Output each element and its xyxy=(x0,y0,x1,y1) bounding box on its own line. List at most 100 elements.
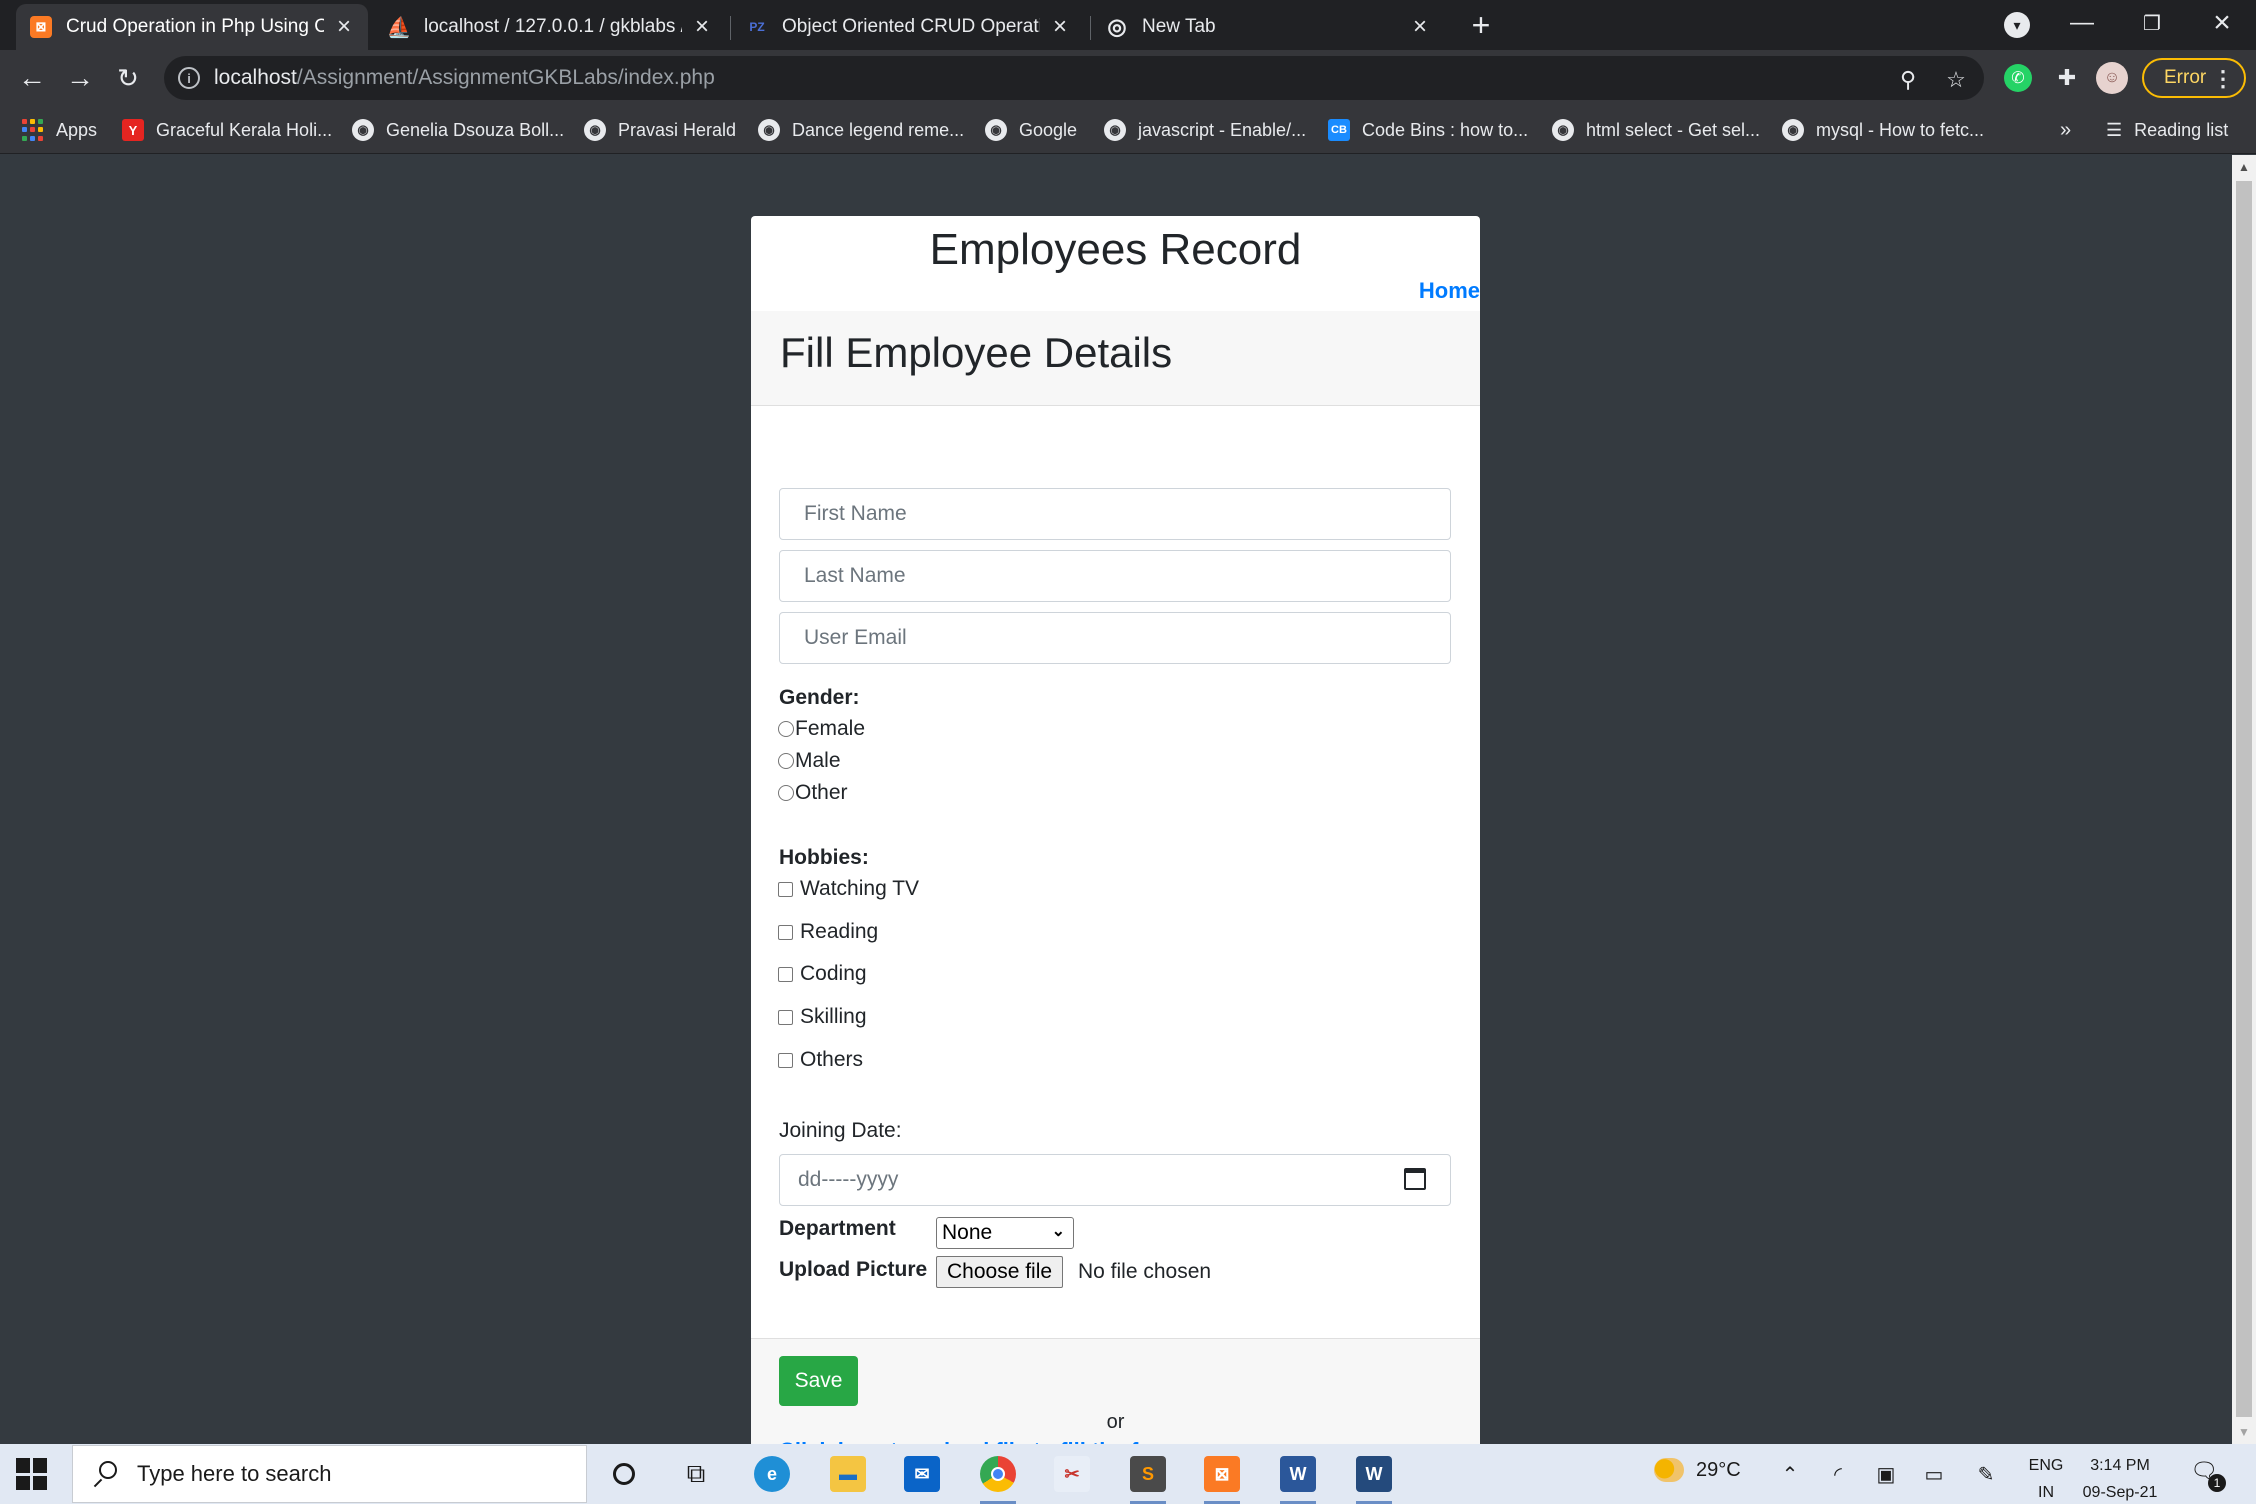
radio-button[interactable] xyxy=(778,785,794,801)
mail-icon[interactable]: ✉ xyxy=(898,1450,946,1498)
bookmark-graceful-kerala[interactable]: Y Graceful Kerala Holi... xyxy=(122,106,332,154)
hobby-reading[interactable]: Reading xyxy=(778,920,878,944)
department-select[interactable]: None ⌄ xyxy=(936,1217,1074,1249)
scroll-down-arrow-icon[interactable]: ▼ xyxy=(2232,1420,2256,1444)
extensions-puzzle-icon[interactable]: ✚ xyxy=(2050,61,2084,95)
forward-arrow-icon[interactable]: → xyxy=(62,60,98,96)
globe-icon: ◉ xyxy=(1552,119,1574,141)
bookmark-dance-legend[interactable]: ◉ Dance legend reme... xyxy=(758,106,964,154)
wampserver-icon[interactable]: W xyxy=(1350,1450,1398,1504)
close-icon[interactable]: × xyxy=(332,13,356,40)
checkbox[interactable] xyxy=(778,966,793,982)
taskbar-search-box[interactable]: Type here to search xyxy=(72,1445,587,1503)
hobby-coding[interactable]: Coding xyxy=(778,962,867,986)
profile-avatar[interactable]: ☺ xyxy=(2096,62,2128,94)
choose-file-button[interactable]: Choose file xyxy=(936,1256,1064,1288)
close-icon[interactable]: × xyxy=(1048,13,1072,40)
task-view-icon[interactable]: ⧉ xyxy=(672,1450,720,1498)
system-clock[interactable]: 3:14 PM 09-Sep-21 xyxy=(2078,1452,2162,1504)
meet-now-icon[interactable]: ▣ xyxy=(1872,1460,1900,1488)
checkbox[interactable] xyxy=(778,1052,793,1068)
tab-search-icon[interactable]: ▾ xyxy=(2004,12,2030,38)
checkbox[interactable] xyxy=(778,1009,793,1025)
show-hidden-icons-chevron-icon[interactable]: ⌃ xyxy=(1776,1460,1804,1488)
sublime-text-icon[interactable]: S xyxy=(1124,1450,1172,1504)
whatsapp-icon[interactable]: ✆ xyxy=(2004,64,2032,92)
hobby-skilling[interactable]: Skilling xyxy=(778,1005,867,1029)
restore-icon[interactable]: ❐ xyxy=(2132,6,2172,40)
bookmarks-overflow-button[interactable]: » xyxy=(2060,106,2071,154)
pz-icon: PZ xyxy=(749,20,765,34)
file-explorer-icon[interactable]: ▬ xyxy=(824,1450,872,1498)
close-icon[interactable]: × xyxy=(690,13,714,40)
error-button[interactable]: Error ⋮ xyxy=(2142,58,2246,98)
reload-icon[interactable]: ↻ xyxy=(110,60,146,96)
no-file-chosen-text: No file chosen xyxy=(1078,1260,1212,1283)
tab-object-oriented-crud[interactable]: PZ Object Oriented CRUD Operation × xyxy=(732,4,1084,50)
gender-option-other[interactable]: Other xyxy=(778,781,848,805)
joining-date-input[interactable]: dd-----yyyy xyxy=(779,1154,1451,1206)
last-name-input[interactable]: Last Name xyxy=(779,550,1451,602)
battery-icon[interactable]: ▭ xyxy=(1920,1460,1948,1488)
bookmark-mysql[interactable]: ◉ mysql - How to fetc... xyxy=(1782,106,1984,154)
notification-center-icon[interactable]: 🗨 1 xyxy=(2190,1458,2226,1492)
chrome-taskbar-icon[interactable] xyxy=(974,1450,1022,1504)
checkbox[interactable] xyxy=(778,924,793,940)
weather-widget[interactable]: 29°C xyxy=(1654,1458,1741,1482)
wifi-icon[interactable]: ◜ xyxy=(1824,1460,1852,1488)
bookmark-google[interactable]: ◉ Google xyxy=(985,106,1077,154)
address-bar[interactable]: i localhost/Assignment/AssignmentGKBLabs… xyxy=(164,56,1984,100)
bookmark-javascript[interactable]: ◉ javascript - Enable/... xyxy=(1104,106,1306,154)
window-close-icon[interactable]: × xyxy=(2202,6,2242,40)
tab-phpmyadmin[interactable]: ⛵ localhost / 127.0.0.1 / gkblabs / c × xyxy=(374,4,726,50)
home-link[interactable]: Home xyxy=(1419,278,1480,304)
snipping-tool-icon[interactable]: ✂ xyxy=(1048,1450,1096,1498)
bookmark-star-icon[interactable]: ☆ xyxy=(1944,67,1968,92)
y-icon: Y xyxy=(122,119,144,141)
page-viewport: Employees Record Home Fill Employee Deta… xyxy=(0,155,2232,1456)
bookmark-code-bins[interactable]: CB Code Bins : how to... xyxy=(1328,106,1528,154)
or-text: or xyxy=(1106,1411,1125,1433)
scroll-up-arrow-icon[interactable]: ▲ xyxy=(2232,155,2256,179)
hobby-others[interactable]: Others xyxy=(778,1048,863,1072)
pen-icon[interactable]: ✎ xyxy=(1972,1460,2000,1488)
close-icon[interactable]: × xyxy=(1408,13,1432,40)
zoom-icon[interactable]: ⚲ xyxy=(1896,67,1920,92)
tab-new-tab[interactable]: ◎ New Tab × xyxy=(1092,4,1444,50)
user-email-input[interactable]: User Email xyxy=(779,612,1451,664)
checkbox[interactable] xyxy=(778,881,793,897)
new-tab-button[interactable]: + xyxy=(1466,7,1496,43)
vertical-scrollbar[interactable]: ▲ ▼ xyxy=(2232,155,2256,1444)
upload-row: Upload Picture Choose file No file chose… xyxy=(779,1256,1219,1290)
windows-start-icon[interactable] xyxy=(16,1458,48,1490)
edge-icon[interactable]: e xyxy=(748,1450,796,1498)
site-info-icon[interactable]: i xyxy=(178,67,200,89)
xampp-taskbar-icon[interactable]: ⊠ xyxy=(1198,1450,1246,1504)
scrollbar-thumb[interactable] xyxy=(2236,181,2252,1417)
word-icon[interactable]: W xyxy=(1274,1450,1322,1504)
gender-option-male[interactable]: Male xyxy=(778,749,841,773)
tab-divider xyxy=(730,16,731,40)
cortana-icon[interactable] xyxy=(600,1450,648,1498)
globe-icon: ◉ xyxy=(584,119,606,141)
gender-option-female[interactable]: Female xyxy=(778,717,865,741)
save-button[interactable]: Save xyxy=(779,1356,858,1406)
language-indicator[interactable]: ENG IN xyxy=(2026,1452,2066,1504)
radio-button[interactable] xyxy=(778,721,794,737)
first-name-input[interactable]: First Name xyxy=(779,488,1451,540)
reading-list-button[interactable]: ☰ Reading list xyxy=(2106,106,2228,154)
bookmark-pravasi-herald[interactable]: ◉ Pravasi Herald xyxy=(584,106,736,154)
back-arrow-icon[interactable]: ← xyxy=(14,60,50,96)
radio-button[interactable] xyxy=(778,753,794,769)
calendar-icon[interactable] xyxy=(1404,1168,1426,1190)
tab-crud-operation[interactable]: ⊠ Crud Operation in Php Using OO × xyxy=(16,4,368,50)
bookmark-apps[interactable]: Apps xyxy=(22,106,97,154)
bookmark-genelia[interactable]: ◉ Genelia Dsouza Boll... xyxy=(352,106,564,154)
bookmark-html-select[interactable]: ◉ html select - Get sel... xyxy=(1552,106,1760,154)
hobbies-label: Hobbies: xyxy=(779,846,869,869)
menu-dots-icon[interactable]: ⋮ xyxy=(2212,66,2234,92)
minimize-icon[interactable]: — xyxy=(2062,6,2102,40)
hobby-watching-tv[interactable]: Watching TV xyxy=(778,877,919,901)
browser-toolbar: ← → ↻ i localhost/Assignment/AssignmentG… xyxy=(0,50,2256,106)
url-text[interactable]: localhost/Assignment/AssignmentGKBLabs/i… xyxy=(214,66,715,90)
